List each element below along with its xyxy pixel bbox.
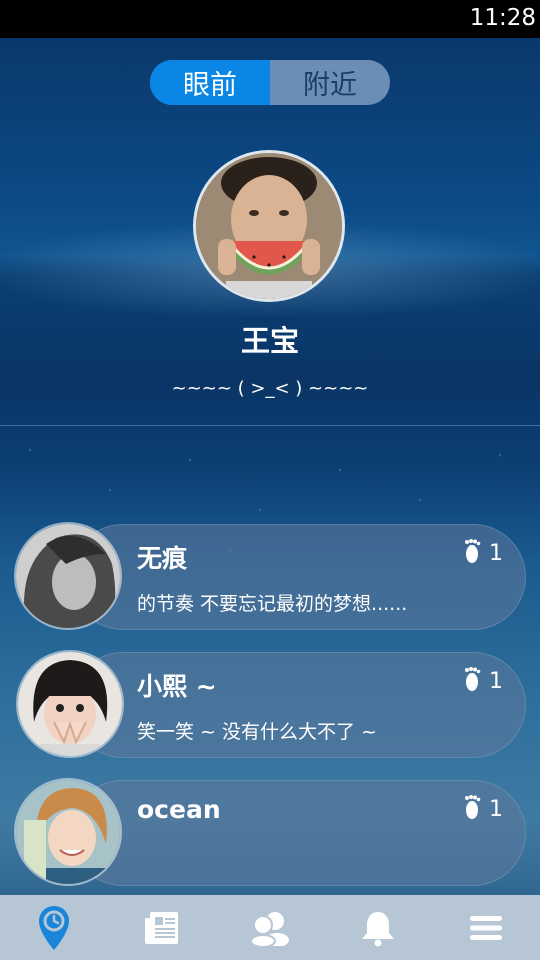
tab-nearby[interactable]: 附近: [270, 60, 390, 105]
footprint-count: 1: [463, 795, 503, 823]
person-avatar-image: [16, 780, 120, 884]
person-name: 无痕: [137, 544, 188, 573]
footprint-count: 1: [463, 667, 503, 695]
nav-news[interactable]: [127, 898, 197, 958]
person-avatar-image: [16, 524, 120, 628]
tab-nearby-front[interactable]: 眼前: [150, 60, 270, 105]
person-card[interactable]: 小熙 ~ 笑一笑 ~ 没有什么大不了 ~ 1: [70, 652, 526, 758]
profile-avatar[interactable]: [193, 150, 345, 302]
divider: [0, 425, 540, 426]
profile-name: 王宝: [240, 324, 299, 358]
nav-friends[interactable]: [235, 898, 305, 958]
person-avatar-image: [18, 652, 122, 756]
footprint-number: 1: [489, 796, 503, 822]
profile-avatar-image: [196, 153, 342, 299]
status-bar: 11:28: [0, 0, 540, 38]
footprint-icon: [465, 667, 481, 691]
nav-menu[interactable]: [451, 898, 521, 958]
location-icon: [39, 905, 69, 950]
footprint-icon: [465, 795, 481, 819]
person-avatar[interactable]: [16, 650, 124, 758]
person-signature: 笑一笑 ~ 没有什么大不了 ~: [137, 721, 377, 743]
status-time: 11:28: [469, 5, 536, 31]
footprint-number: 1: [489, 540, 503, 566]
person-card[interactable]: 无痕 的节奏 不要忘记最初的梦想...... 1: [70, 524, 526, 630]
footprint-number: 1: [489, 668, 503, 694]
bottom-nav: [0, 895, 540, 960]
person-avatar[interactable]: [14, 522, 122, 630]
person-signature: 的节奏 不要忘记最初的梦想......: [137, 593, 408, 615]
person-name: ocean: [137, 795, 221, 824]
nav-notifications[interactable]: [343, 898, 413, 958]
view-toggle: 眼前 附近: [150, 60, 390, 105]
footprint-icon: [465, 539, 481, 563]
bell-icon: [362, 911, 394, 946]
footprint-count: 1: [463, 539, 503, 567]
friends-icon: [250, 911, 289, 946]
person-avatar[interactable]: [14, 778, 122, 886]
profile-signature: ~~~~ ( >_< ) ~~~~: [171, 378, 369, 399]
person-name: 小熙 ~: [137, 672, 217, 701]
menu-icon: [470, 915, 502, 940]
news-icon: [145, 911, 178, 944]
person-card[interactable]: ocean 1: [70, 780, 526, 886]
nav-location[interactable]: [19, 898, 89, 958]
